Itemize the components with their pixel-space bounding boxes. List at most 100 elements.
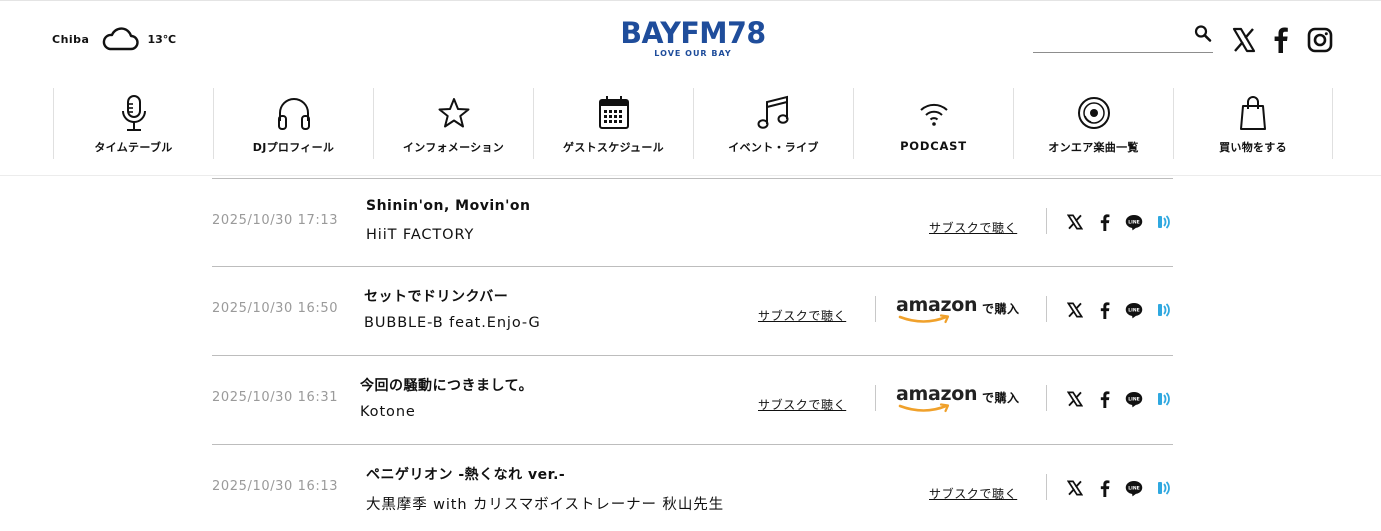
nav-label: オンエア楽曲一覧 [1048,141,1139,154]
song-time: 2025/10/30 17:13 [212,213,339,228]
line-icon[interactable]: LINE [1125,391,1143,411]
x-icon-glyph [1066,391,1084,407]
song-artist: 大黒摩季 with カリスマボイストレーナー 秋山先生 [366,497,725,513]
x-icon[interactable] [1066,391,1084,411]
record-disc-icon [1077,97,1110,129]
radiko-icon[interactable] [1157,480,1173,500]
weather-temperature: 13℃ [147,32,177,46]
playlist-row: 2025/10/30 16:50 セットでドリンクバー BUBBLE-B feat.… [212,266,1173,354]
site-logo[interactable]: BAYFM78 LOVE OUR BAY [617,18,769,58]
playlist-row: 2025/10/30 16:31 今回の騒動につきまして。 Kotone サブスクで聴… [212,355,1173,443]
facebook-icon[interactable] [1100,391,1110,411]
playlist-row: 2025/10/30 17:13 Shinin'on, Movin'on HiiT … [212,178,1173,266]
song-title: Shinin'on, Movin'on [366,198,531,214]
facebook-icon[interactable] [1100,302,1110,322]
line-icon[interactable]: LINE [1125,214,1143,234]
wifi-signal-icon [919,103,948,126]
song-time: 2025/10/30 16:31 [212,390,339,405]
weather-city: Chiba [52,32,90,46]
nav-item-onair-songs[interactable]: オンエア楽曲一覧 [1013,88,1173,159]
x-icon[interactable] [1232,27,1256,53]
nav-label: イベント・ライブ [728,141,819,154]
line-icon-glyph: LINE [1125,481,1143,497]
x-icon[interactable] [1066,480,1084,500]
song-artist: BUBBLE-B feat.Enjo-G [364,315,541,331]
nav-label: DJプロフィール [252,141,335,154]
divider [1046,208,1047,234]
facebook-icon[interactable] [1100,214,1110,234]
instagram-icon[interactable] [1307,27,1333,53]
x-icon-glyph [1066,302,1084,318]
amazon-logo-text: amazon [896,383,978,405]
radiko-icon-glyph [1158,392,1170,406]
amazon-buy-button[interactable]: amazon で購入 [896,292,1026,328]
logo-tagline: LOVE OUR BAY [654,49,732,58]
logo-wordmark: BAYFM78 [620,16,766,50]
song-title: セットでドリンクバー [364,289,509,305]
subscribe-link[interactable]: サブスクで聴く [929,485,1017,502]
nav-item-information[interactable]: インフォメーション [373,88,533,159]
amazon-buy-button[interactable]: amazon で購入 [896,381,1026,417]
song-artist: Kotone [360,404,416,420]
nav-item-timetable[interactable]: タイムテーブル [53,88,213,159]
nav-label: インフォメーション [402,141,505,154]
divider [1046,474,1047,500]
radiko-icon-glyph [1158,303,1170,317]
nav-label: PODCAST [900,139,967,153]
search-box [1033,22,1213,53]
svg-text:LINE: LINE [1128,486,1139,492]
line-icon-glyph: LINE [1125,215,1143,231]
subscribe-link[interactable]: サブスクで聴く [929,219,1017,236]
search-icon[interactable] [1193,24,1213,44]
svg-text:LINE: LINE [1128,308,1139,314]
subscribe-link[interactable]: サブスクで聴く [758,307,846,324]
x-icon-glyph [1066,214,1084,230]
nav-item-podcast[interactable]: PODCAST [853,88,1013,159]
nav-label: 買い物をする [1219,141,1287,154]
music-note-icon [757,95,788,129]
line-icon[interactable]: LINE [1125,480,1143,500]
radiko-icon[interactable] [1157,391,1173,411]
song-time: 2025/10/30 16:50 [212,301,339,316]
line-icon-glyph: LINE [1125,392,1143,408]
microphone-icon [121,95,146,131]
song-time: 2025/10/30 16:13 [212,479,339,494]
shopping-bag-icon [1240,96,1266,130]
weather-widget: Chiba 13℃ [52,26,176,52]
divider [1046,296,1047,322]
song-artist: HiiT FACTORY [366,227,475,243]
amazon-smile-icon [898,314,950,324]
calendar-icon [598,96,629,129]
facebook-icon[interactable] [1100,480,1110,500]
song-title: ペニゲリオン -熱くなれ ver.- [366,467,566,483]
search-input[interactable] [1033,26,1183,50]
radiko-icon[interactable] [1157,302,1173,322]
amazon-buy-label: で購入 [982,302,1020,316]
facebook-icon-glyph [1100,214,1110,231]
radiko-icon[interactable] [1157,214,1173,234]
line-icon-glyph: LINE [1125,303,1143,319]
divider [1046,385,1047,411]
amazon-logo-text: amazon [896,294,978,316]
playlist-row: 2025/10/30 16:13 ペニゲリオン -熱くなれ ver.- 大黒摩季 w… [212,444,1173,531]
x-icon[interactable] [1066,302,1084,322]
star-icon [438,98,469,128]
song-title: 今回の騒動につきまして。 [360,378,534,394]
nav-label: ゲストスケジュール [563,141,664,154]
facebook-icon-glyph [1100,480,1110,497]
nav-item-events-live[interactable]: イベント・ライブ [693,88,853,159]
x-icon[interactable] [1066,214,1084,234]
line-icon[interactable]: LINE [1125,302,1143,322]
nav-divider [0,175,1381,176]
svg-text:LINE: LINE [1128,397,1139,403]
subscribe-link[interactable]: サブスクで聴く [758,396,846,413]
cloud-icon [103,27,140,51]
nav-item-guest-schedule[interactable]: ゲストスケジュール [533,88,693,159]
nav-item-shopping[interactable]: 買い物をする [1173,88,1333,159]
svg-text:LINE: LINE [1128,220,1139,226]
divider [875,296,876,322]
nav-item-dj-profile[interactable]: DJプロフィール [213,88,373,159]
headphones-icon [277,98,310,130]
facebook-icon[interactable] [1274,27,1288,53]
amazon-buy-label: で購入 [982,391,1020,405]
